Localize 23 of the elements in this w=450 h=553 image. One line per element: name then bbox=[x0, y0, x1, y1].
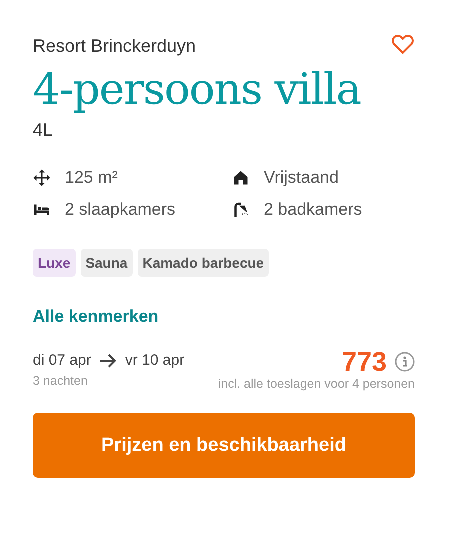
feature-label: 2 slaapkamers bbox=[65, 200, 176, 220]
type-code: 4L bbox=[33, 120, 54, 142]
feature-label: 2 badkamers bbox=[264, 200, 362, 220]
move-arrows-icon bbox=[33, 169, 51, 188]
info-icon[interactable] bbox=[395, 352, 415, 372]
shower-icon bbox=[232, 201, 250, 220]
arrow-right-icon bbox=[99, 354, 118, 368]
heart-icon[interactable] bbox=[391, 33, 415, 55]
house-icon bbox=[232, 169, 250, 188]
price: 773 bbox=[342, 352, 387, 372]
arrival-date: di 07 apr bbox=[33, 352, 92, 370]
prices-availability-button[interactable]: Prijzen en beschikbaarheid bbox=[33, 413, 415, 478]
all-features-link[interactable]: Alle kenmerken bbox=[33, 307, 159, 328]
departure-date: vr 10 apr bbox=[125, 352, 185, 370]
feature-tag: Kamado barbecue bbox=[138, 249, 270, 278]
feature-label: 125 m² bbox=[65, 168, 118, 188]
feature-label: Vrijstaand bbox=[264, 168, 339, 188]
accommodation-title: 4-persoons villa bbox=[33, 67, 362, 114]
nights-count: 3 nachten bbox=[33, 374, 88, 388]
feature-tag: Luxe bbox=[33, 249, 76, 278]
feature-tag: Sauna bbox=[80, 249, 133, 278]
price-note: incl. alle toeslagen voor 4 personen bbox=[218, 377, 415, 392]
park-name: Resort Brinckerduyn bbox=[33, 36, 196, 57]
